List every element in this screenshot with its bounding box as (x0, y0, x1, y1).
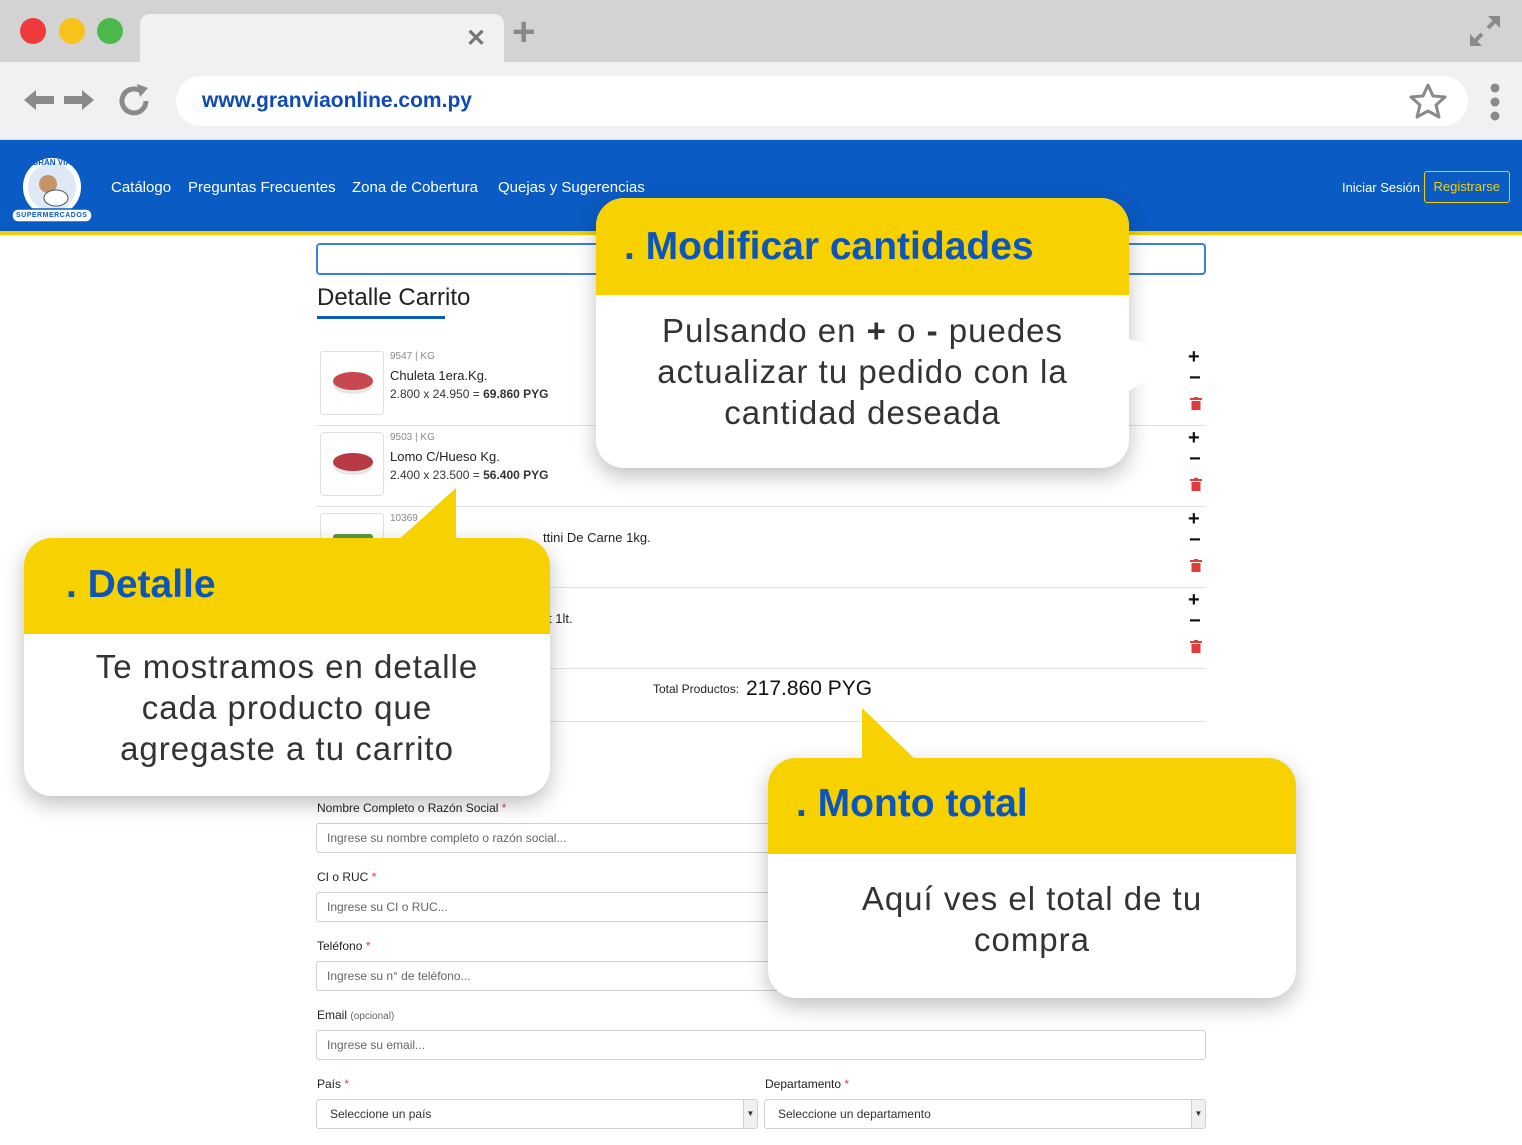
department-label: Departamento * (765, 1077, 850, 1091)
callout-body: Te mostramos en detalle cada producto qu… (95, 648, 479, 767)
forward-arrow-icon[interactable] (62, 88, 96, 112)
decrease-quantity-button[interactable]: − (1189, 368, 1201, 388)
country-label: País * (317, 1077, 350, 1091)
total-label: Total Productos: (653, 682, 740, 696)
total-value: 217.860 PYG (746, 677, 873, 700)
decrease-quantity-button[interactable]: − (1189, 611, 1201, 631)
minimize-window-button[interactable] (59, 18, 85, 44)
ci-label: CI o RUC * (317, 870, 377, 884)
fullscreen-icon[interactable] (1466, 12, 1504, 50)
login-link[interactable]: Iniciar Sesión (1342, 180, 1420, 195)
item-name: Chuleta 1era.Kg. (390, 368, 488, 383)
maximize-window-button[interactable] (97, 18, 123, 44)
gran-via-logo[interactable]: GRAN VIA SUPERMERCADOS (10, 154, 94, 226)
item-name: t 1lt. (548, 611, 573, 626)
callout-pointer (1127, 338, 1181, 392)
callout-header: . Modificar cantidades (596, 198, 1129, 295)
browser-menu-icon[interactable] (1487, 82, 1503, 122)
trash-icon[interactable] (1190, 397, 1202, 410)
decrease-quantity-button[interactable]: − (1189, 530, 1201, 550)
nav-link-preguntas-frecuentes[interactable]: Preguntas Frecuentes (188, 179, 336, 196)
country-select-value: Seleccione un país (330, 1107, 432, 1121)
url-text: www.granviaonline.com.py (202, 89, 472, 112)
item-price: 2.800 x 24.950 = 69.860 PYG (390, 387, 549, 401)
item-name: ttini De Carne 1kg. (543, 530, 651, 545)
register-button[interactable]: Registrarse (1423, 171, 1510, 203)
callout-detail: . Detalle Te mostramos en detalle cada p… (24, 488, 550, 796)
cart-title-underline (317, 316, 445, 319)
callout-body: Aquí ves el total de tu compra (861, 880, 1203, 958)
callout-title: . Modificar cantidades (624, 225, 1034, 268)
email-label: Email (opcional) (317, 1008, 395, 1022)
callout-total-amount: . Monto total Aquí ves el total de tu co… (768, 708, 1296, 998)
callout-title: . Detalle (66, 563, 216, 606)
back-arrow-icon[interactable] (22, 88, 56, 112)
increase-quantity-button[interactable]: + (1188, 347, 1200, 367)
item-price: 2.400 x 23.500 = 56.400 PYG (390, 468, 549, 482)
bookmark-star-icon[interactable] (1408, 82, 1448, 120)
callout-pointer (396, 488, 456, 542)
increase-quantity-button[interactable]: + (1188, 428, 1200, 448)
close-window-button[interactable] (20, 18, 46, 44)
increase-quantity-button[interactable]: + (1188, 590, 1200, 610)
callout-modify-quantities: . Modificar cantidades Pulsando en + o -… (596, 198, 1181, 468)
callout-header: . Detalle (24, 538, 550, 634)
nav-link-quejas-y-sugerencias[interactable]: Quejas y Sugerencias (498, 179, 645, 196)
callout-body: Pulsando en + o - puedes actualizar tu p… (657, 312, 1068, 431)
product-image (320, 432, 384, 496)
address-bar[interactable]: www.granviaonline.com.py (176, 76, 1468, 126)
nav-link-catalogo[interactable]: Catálogo (111, 179, 171, 196)
item-code: 9503 | KG (390, 432, 435, 443)
chevron-down-icon: ▼ (743, 1100, 757, 1128)
chevron-down-icon: ▼ (1191, 1100, 1205, 1128)
phone-label: Teléfono * (317, 939, 371, 953)
country-select[interactable]: Seleccione un país ▼ (316, 1099, 758, 1129)
trash-icon[interactable] (1190, 478, 1202, 491)
trash-icon[interactable] (1190, 559, 1202, 572)
logo-text-bottom: SUPERMERCADOS (16, 212, 88, 219)
callout-header: . Monto total (768, 758, 1296, 854)
item-name: Lomo C/Hueso Kg. (390, 449, 500, 464)
decrease-quantity-button[interactable]: − (1189, 449, 1201, 469)
cart-title: Detalle Carrito (317, 284, 471, 311)
logo-text-top: GRAN VIA (32, 158, 72, 167)
product-image (320, 351, 384, 415)
callout-title: . Monto total (796, 782, 1028, 825)
email-field[interactable]: Ingrese su email... (316, 1030, 1206, 1060)
nav-link-zona-de-cobertura[interactable]: Zona de Cobertura (352, 179, 478, 196)
browser-tab-bar: ✕ + (0, 0, 1522, 64)
callout-pointer (862, 708, 918, 762)
increase-quantity-button[interactable]: + (1188, 509, 1200, 529)
reload-icon[interactable] (116, 82, 154, 120)
browser-tab[interactable]: ✕ (140, 14, 504, 64)
trash-icon[interactable] (1190, 640, 1202, 653)
department-select-value: Seleccione un departamento (778, 1107, 931, 1121)
close-tab-icon[interactable]: ✕ (466, 24, 486, 53)
name-label: Nombre Completo o Razón Social * (317, 801, 507, 815)
department-select[interactable]: Seleccione un departamento ▼ (764, 1099, 1206, 1129)
item-code: 9547 | KG (390, 351, 435, 362)
new-tab-icon[interactable]: + (512, 12, 535, 52)
